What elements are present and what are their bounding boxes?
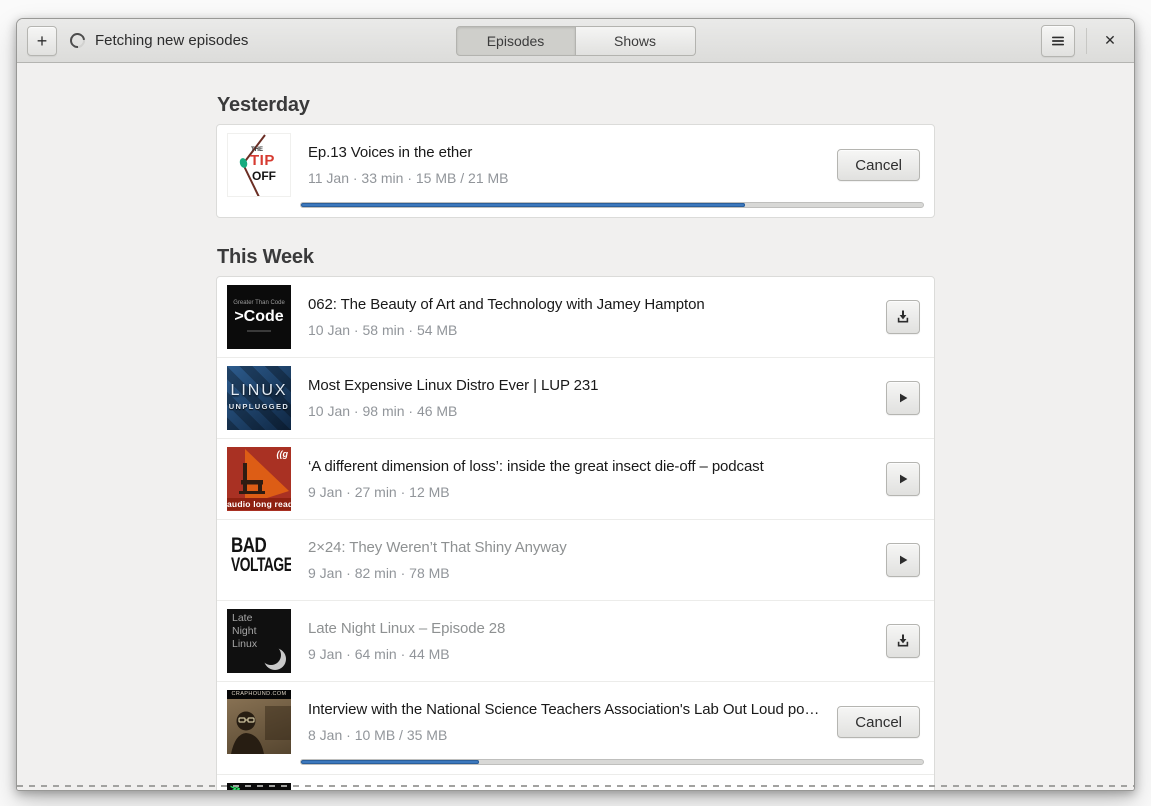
episode-meta: 9 Jan · 27 min · 12 MB bbox=[308, 484, 450, 500]
tab-shows-label: Shows bbox=[613, 33, 657, 49]
download-button[interactable] bbox=[886, 300, 920, 334]
yesterday-card: THE TIP OFF Ep.13 Voices in the ether 11… bbox=[216, 124, 935, 218]
craphound-artwork bbox=[231, 706, 291, 754]
logo-text: >Code bbox=[234, 308, 284, 325]
close-icon: ✕ bbox=[1104, 32, 1116, 48]
download-progress-bar bbox=[300, 759, 924, 765]
header-separator bbox=[1086, 27, 1087, 54]
podcast-cover-the-tip-off: THE TIP OFF bbox=[227, 133, 291, 197]
episode-row-craphound: CRAPHOUND.COM Interview with the Nationa… bbox=[217, 681, 934, 774]
download-button[interactable] bbox=[886, 624, 920, 658]
logo-pattern bbox=[271, 789, 287, 790]
logo-text: Greater Than Code bbox=[233, 300, 285, 306]
download-progress-bar bbox=[300, 202, 924, 208]
header-right-controls: ✕ bbox=[1041, 24, 1124, 57]
download-icon bbox=[897, 634, 909, 647]
download-progress-fill bbox=[301, 203, 746, 207]
menu-button[interactable] bbox=[1041, 24, 1075, 57]
episode-meta: 9 Jan · 82 min · 78 MB bbox=[308, 565, 450, 581]
logo-text: TIP bbox=[250, 152, 275, 169]
this-week-card: Greater Than Code >Code 062: The Beauty … bbox=[216, 276, 935, 790]
section-title-yesterday: Yesterday bbox=[217, 94, 310, 116]
cancel-download-button[interactable]: Cancel bbox=[837, 149, 920, 181]
logo-rule bbox=[247, 330, 271, 332]
episode-title: Interview with the National Science Teac… bbox=[308, 701, 826, 718]
play-button[interactable] bbox=[886, 543, 920, 577]
play-icon bbox=[900, 555, 908, 565]
episode-row-bad-voltage: BAD VOLTAGE 2×24: They Weren’t That Shin… bbox=[217, 519, 934, 600]
episode-meta: 11 Jan · 33 min · 15 MB / 21 MB bbox=[308, 170, 509, 186]
episode-row-irl: ≫ IRL Bot or Not bbox=[217, 774, 934, 790]
episode-title: Ep.13 Voices in the ether bbox=[308, 144, 473, 161]
play-icon bbox=[900, 474, 908, 484]
play-icon bbox=[900, 393, 908, 403]
tab-episodes-label: Episodes bbox=[486, 33, 545, 49]
episode-meta: 8 Jan · 10 MB / 35 MB bbox=[308, 727, 448, 743]
episode-meta: 9 Jan · 64 min · 44 MB bbox=[308, 646, 450, 662]
crescent-moon-artwork bbox=[261, 645, 286, 670]
podcast-cover-craphound: CRAPHOUND.COM bbox=[227, 690, 291, 754]
cancel-download-button[interactable]: Cancel bbox=[837, 706, 920, 738]
logo-text: VOLTAGE bbox=[231, 554, 291, 577]
play-button[interactable] bbox=[886, 381, 920, 415]
status-text: Fetching new episodes bbox=[95, 32, 249, 49]
episode-meta: 10 Jan · 58 min · 54 MB bbox=[308, 322, 458, 338]
episode-row-linux-unplugged: LINUX UNPLUGGED Most Expensive Linux Dis… bbox=[217, 357, 934, 438]
window-close-button[interactable]: ✕ bbox=[1096, 27, 1124, 55]
logo-text: CRAPHOUND.COM bbox=[227, 690, 291, 699]
logo-text: LINUX bbox=[230, 382, 288, 399]
episode-row-tip-off: THE TIP OFF Ep.13 Voices in the ether 11… bbox=[217, 125, 934, 217]
episode-title: Most Expensive Linux Distro Ever | LUP 2… bbox=[308, 377, 599, 394]
download-icon bbox=[897, 310, 909, 323]
section-title-this-week: This Week bbox=[217, 246, 314, 268]
hamburger-menu-icon bbox=[1052, 36, 1064, 45]
scroll-undershoot-indicator bbox=[17, 785, 1134, 787]
podcast-cover-bad-voltage: BAD VOLTAGE bbox=[227, 528, 291, 592]
add-podcast-button[interactable]: + bbox=[27, 25, 57, 56]
podcast-cover-audio-long-reads: ((g audio long reads bbox=[227, 447, 291, 511]
episode-meta: 10 Jan · 98 min · 46 MB bbox=[308, 403, 458, 419]
spinner-icon bbox=[66, 29, 89, 52]
plus-icon: + bbox=[36, 30, 48, 51]
logo-glyph: ((g bbox=[276, 449, 289, 459]
episode-row-audio-long-reads: ((g audio long reads ‘A different dimens… bbox=[217, 438, 934, 519]
tab-episodes[interactable]: Episodes bbox=[455, 26, 576, 56]
view-switcher: Episodes Shows bbox=[455, 26, 696, 56]
episode-row-late-night-linux: Late Night Linux Late Night Linux – Epis… bbox=[217, 600, 934, 681]
podcast-cover-greater-than-code: Greater Than Code >Code bbox=[227, 285, 291, 349]
episode-title: 2×24: They Weren’t That Shiny Anyway bbox=[308, 539, 567, 556]
podcast-cover-linux-unplugged: LINUX UNPLUGGED bbox=[227, 366, 291, 430]
play-button[interactable] bbox=[886, 462, 920, 496]
episode-title: ‘A different dimension of loss’: inside … bbox=[308, 458, 764, 475]
tab-shows[interactable]: Shows bbox=[575, 26, 696, 56]
episode-title: Late Night Linux – Episode 28 bbox=[308, 620, 506, 637]
header-bar: + Fetching new episodes Episodes Shows ✕ bbox=[17, 19, 1134, 63]
episode-title: 062: The Beauty of Art and Technology wi… bbox=[308, 296, 705, 313]
episode-row-greater-than-code: Greater Than Code >Code 062: The Beauty … bbox=[217, 277, 934, 357]
logo-text: OFF bbox=[252, 169, 276, 183]
podcast-cover-late-night-linux: Late Night Linux bbox=[227, 609, 291, 673]
logo-text: audio long reads bbox=[227, 498, 291, 510]
app-window: + Fetching new episodes Episodes Shows ✕… bbox=[16, 18, 1135, 791]
download-progress-fill bbox=[301, 760, 479, 764]
logo-text: UNPLUGGED bbox=[228, 402, 290, 411]
episodes-view: Yesterday THE TIP OFF Ep.13 Voices in th… bbox=[17, 63, 1134, 790]
